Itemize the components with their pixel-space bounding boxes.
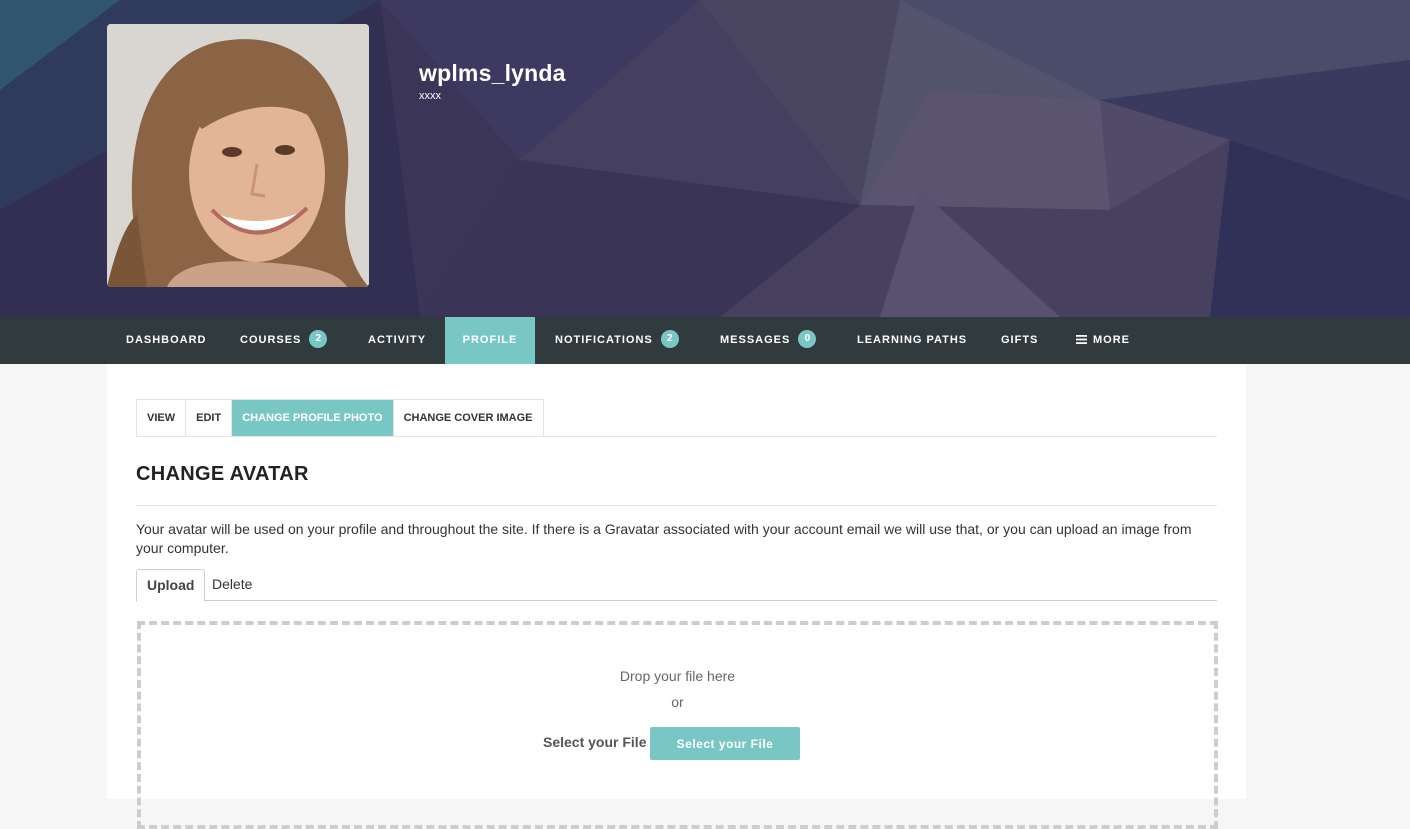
avatar[interactable] [107,24,369,287]
cover-image: wplms_lynda xxxx [0,0,1410,317]
tab-delete[interactable]: Delete [202,569,262,599]
nav-item-label: DASHBOARD [126,334,207,346]
menu-icon [1076,334,1087,344]
nav-item-profile[interactable]: PROFILE [445,317,535,364]
tab-upload[interactable]: Upload [136,569,206,602]
subnav-change-profile-photo[interactable]: CHANGE PROFILE PHOTO [232,400,394,437]
subnav-view[interactable]: VIEW [137,400,187,437]
drop-instructions: Drop your file here [619,668,736,684]
nav-item-learning-paths[interactable]: LEARNING PATHS [857,317,967,364]
select-file-label: Select your File [543,734,647,750]
subnav-edit[interactable]: EDIT [186,400,233,437]
nav-item-courses[interactable]: COURSES 2 [240,317,328,364]
profile-name: wplms_lynda [419,60,566,86]
nav-item-messages[interactable]: MESSAGES 0 [720,317,817,364]
avatar-tabs: Upload Delete [136,569,1217,602]
nav-item-notifications[interactable]: NOTIFICATIONS 2 [555,317,679,364]
file-drop-zone[interactable]: Drop your file here or Select your File … [137,621,1218,829]
nav-item-label: LEARNING PATHS [857,334,968,346]
or-separator: or [671,694,684,710]
nav-item-gifts[interactable]: GIFTS [1001,317,1038,364]
page-title: CHANGE AVATAR [136,463,309,485]
nav-item-label: COURSES [240,334,302,346]
divider [136,505,1217,506]
courses-count-badge: 2 [309,330,328,349]
nav-item-label: MORE [1093,334,1130,346]
nav-item-more[interactable]: MORE [1076,317,1130,364]
avatar-photo [107,24,369,287]
messages-count-badge: 0 [798,330,817,349]
nav-item-label: GIFTS [1001,334,1039,346]
nav-item-label: MESSAGES [720,334,791,346]
select-file-button[interactable]: Select your File [650,727,800,760]
main-nav: DASHBOARD COURSES 2 ACTIVITY PROFILE NOTI… [0,317,1410,364]
avatar-description: Your avatar will be used on your profile… [136,521,1192,556]
divider [136,436,1217,437]
subnav-change-cover-image[interactable]: CHANGE COVER IMAGE [394,400,543,437]
profile-sub-nav: VIEW EDIT CHANGE PROFILE PHOTO CHANGE CO… [136,399,544,437]
notifications-count-badge: 2 [660,330,679,349]
nav-item-label: PROFILE [462,334,518,346]
nav-item-dashboard[interactable]: DASHBOARD [126,317,207,364]
nav-item-activity[interactable]: ACTIVITY [368,317,426,364]
nav-item-label: ACTIVITY [368,334,427,346]
nav-item-label: NOTIFICATIONS [555,334,653,346]
content-panel: VIEW EDIT CHANGE PROFILE PHOTO CHANGE CO… [107,364,1246,829]
profile-handle: xxxx [419,90,441,102]
